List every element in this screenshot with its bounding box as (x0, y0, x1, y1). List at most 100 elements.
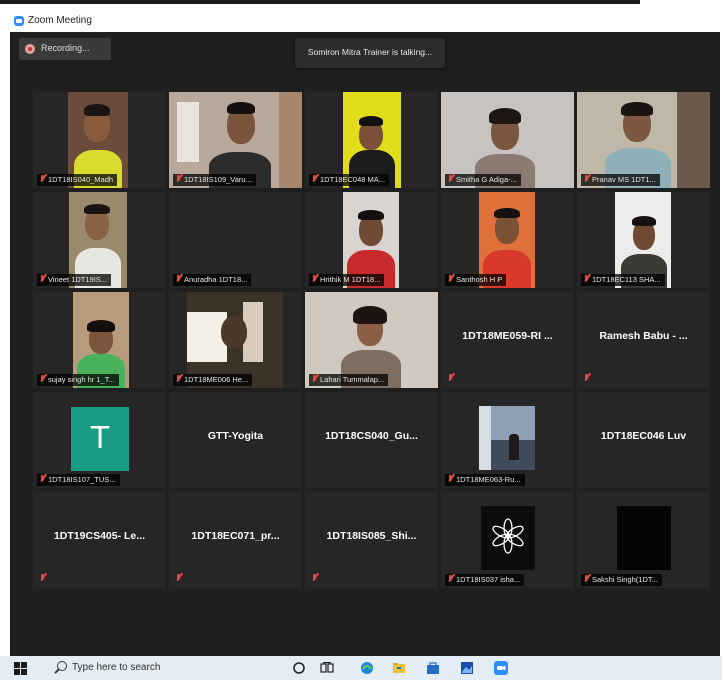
participant-tile[interactable]: sujay singh hr 1_T... (33, 292, 166, 388)
participant-name: 1DT18IS109_Varu... (184, 175, 252, 184)
taskbar-search-input[interactable]: Type here to search (72, 662, 160, 673)
participant-tile[interactable]: Pranav MS 1DT1... (577, 92, 710, 188)
recording-indicator[interactable]: Recording... (19, 38, 111, 60)
participant-name-tag: 1DT18EC048 MA... (309, 174, 390, 186)
zoom-logo-icon (14, 16, 24, 26)
participant-name-display: 1DT18IS085_Shi... (326, 530, 417, 542)
participant-name-tag: 1DT18IS040_Madh (37, 174, 118, 186)
participant-tile[interactable]: 1DT18IS037 isha... (441, 492, 574, 588)
cortana-icon[interactable] (292, 661, 306, 675)
participant-name: Santhosh H P (456, 275, 503, 284)
record-icon (25, 44, 35, 54)
participant-tile[interactable]: 1DT18IS109_Varu... (169, 92, 302, 188)
recording-label: Recording... (41, 43, 90, 53)
participant-name-display: 1DT18EC071_pr... (191, 530, 280, 542)
participant-name: Anuradha 1DT18... (184, 275, 248, 284)
muted-mic-icon (311, 375, 318, 385)
participant-name: sujay singh hr 1_T... (48, 375, 115, 384)
participant-name: Smitha G Adiga-... (456, 175, 517, 184)
muted-mic-icon (175, 175, 182, 185)
avatar: T (71, 407, 129, 471)
participant-tile[interactable]: Ramesh Babu - ... (577, 292, 710, 388)
participant-name-tag: 1DT18ME063-Ru... (445, 474, 525, 486)
participant-name: Hrithik M 1DT18... (320, 275, 381, 284)
muted-mic-icon (39, 175, 46, 185)
muted-mic-icon (447, 374, 454, 384)
participant-name-display: Ramesh Babu - ... (599, 330, 688, 342)
participant-tile[interactable]: 1DT18EC071_pr... (169, 492, 302, 588)
muted-mic-icon (583, 374, 590, 384)
edge-icon[interactable] (360, 661, 374, 675)
participant-name-tag: Smitha G Adiga-... (445, 174, 521, 186)
muted-mic-icon (583, 275, 590, 285)
participant-name-display: GTT-Yogita (207, 430, 264, 442)
participant-name: Vineet 1DT19IS... (48, 275, 108, 284)
start-icon[interactable] (14, 662, 27, 675)
muted-mic-icon (311, 275, 318, 285)
participant-name: 1DT18IS107_TUS... (48, 475, 116, 484)
muted-mic-icon (447, 575, 454, 585)
participant-tile[interactable]: 1DT18ME063-Ru... (441, 392, 574, 488)
participant-tile[interactable]: Santhosh H P (441, 192, 574, 288)
participant-tile[interactable]: Hrithik M 1DT18... (305, 192, 438, 288)
participant-name: 1DT18EC048 MA... (320, 175, 386, 184)
participant-tile[interactable]: 1DT18ME006 He... (169, 292, 302, 388)
participant-tile[interactable]: T 1DT18IS107_TUS... (33, 392, 166, 488)
participant-video (481, 506, 535, 570)
participant-name-tag: Anuradha 1DT18... (173, 274, 252, 286)
top-border (0, 0, 640, 4)
flower-logo-icon (492, 518, 524, 554)
participant-name: Pranav MS 1DT1... (592, 175, 656, 184)
participant-name-tag: 1DT18IS107_TUS... (37, 474, 120, 486)
participant-name: 1DT18ME063-Ru... (456, 475, 521, 484)
muted-mic-icon (447, 475, 454, 485)
participant-tile[interactable]: Lahari Tummalap... (305, 292, 438, 388)
participant-name-tag: Pranav MS 1DT1... (581, 174, 660, 186)
store-icon[interactable] (426, 661, 440, 675)
participant-name-tag: Vineet 1DT19IS... (37, 274, 112, 286)
muted-mic-icon (583, 175, 590, 185)
search-icon[interactable] (54, 661, 67, 674)
task-view-icon[interactable] (320, 661, 334, 675)
participant-tile[interactable]: 1DT18EC048 MA... (305, 92, 438, 188)
zoom-icon[interactable] (494, 661, 508, 675)
file-explorer-icon[interactable] (392, 661, 406, 675)
muted-mic-icon (39, 275, 46, 285)
window-title: Zoom Meeting (28, 15, 92, 26)
participant-name-tag: 1DT18IS037 isha... (445, 574, 525, 586)
participant-tile[interactable]: 1DT18EC113 SHA... (577, 192, 710, 288)
muted-mic-icon (583, 575, 590, 585)
avatar-letter: T (90, 421, 110, 456)
participant-name: Lahari Tummalap... (320, 375, 385, 384)
window-titlebar: Zoom Meeting (0, 10, 722, 32)
participant-tile[interactable]: 1DT18EC046 Luv (577, 392, 710, 488)
participant-name-tag: 1DT18EC113 SHA... (581, 274, 665, 286)
participant-name-tag: Santhosh H P (445, 274, 507, 286)
participant-name: 1DT18ME006 He... (184, 375, 249, 384)
muted-mic-icon (311, 175, 318, 185)
participant-tile[interactable]: GTT-Yogita (169, 392, 302, 488)
muted-mic-icon (39, 475, 46, 485)
muted-mic-icon (175, 574, 182, 584)
windows-taskbar: Type here to search (0, 656, 722, 680)
participant-video (617, 506, 671, 570)
participant-tile[interactable]: Smitha G Adiga-... (441, 92, 574, 188)
active-speaker-text: Somiron Mitra Trainer is talking... (307, 47, 433, 57)
meeting-area: Recording... Somiron Mitra Trainer is ta… (10, 32, 720, 656)
participant-tile[interactable]: 1DT19CS405- Le... (33, 492, 166, 588)
participant-tile[interactable]: Sakshi Singh(1DT... (577, 492, 710, 588)
participant-tile[interactable]: Anuradha 1DT18... (169, 192, 302, 288)
participant-tile[interactable]: Vineet 1DT19IS... (33, 192, 166, 288)
participant-name-display: 1DT18ME059-RI ... (462, 330, 553, 342)
active-speaker-banner: Somiron Mitra Trainer is talking... (295, 38, 445, 68)
participant-name: 1DT18IS040_Madh (48, 175, 114, 184)
participant-tile[interactable]: 1DT18IS085_Shi... (305, 492, 438, 588)
participant-name-tag: sujay singh hr 1_T... (37, 374, 119, 386)
participant-tile[interactable]: 1DT18ME059-RI ... (441, 292, 574, 388)
photos-icon[interactable] (460, 661, 474, 675)
participant-name: Sakshi Singh(1DT... (592, 575, 658, 584)
participant-tile[interactable]: 1DT18CS040_Gu... (305, 392, 438, 488)
participant-tile[interactable]: 1DT18IS040_Madh (33, 92, 166, 188)
muted-mic-icon (311, 574, 318, 584)
muted-mic-icon (39, 574, 46, 584)
